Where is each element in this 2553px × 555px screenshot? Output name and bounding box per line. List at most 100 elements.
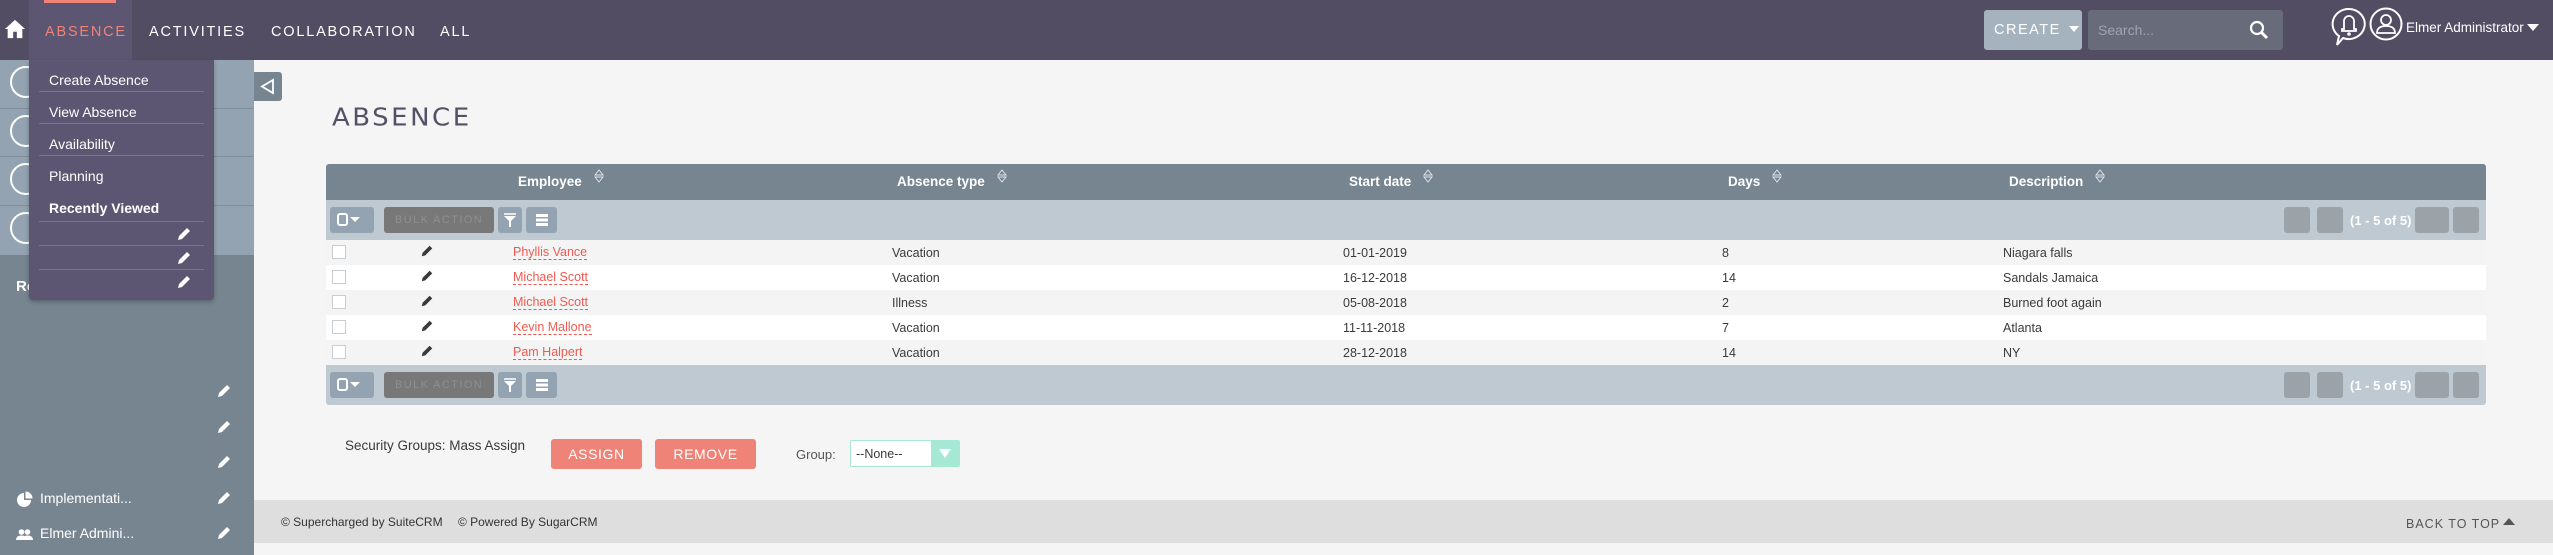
select-all-dropdown[interactable] <box>330 372 374 398</box>
sugarcrm-credit-link[interactable]: © Powered By SugarCRM <box>458 515 598 529</box>
group-select[interactable]: --None-- <box>850 440 960 467</box>
employee-link[interactable]: Pam Halpert <box>513 346 583 360</box>
bulk-action-button[interactable]: BULK ACTION <box>384 207 494 233</box>
column-header-start-date[interactable]: Start date <box>1349 169 1434 189</box>
pencil-icon[interactable] <box>216 383 232 399</box>
menu-item-planning[interactable]: Planning <box>39 156 204 188</box>
sidebar-collapse-button[interactable] <box>254 72 282 101</box>
back-to-top-link[interactable]: BACK TO TOP <box>2406 517 2516 531</box>
assign-button[interactable]: ASSIGN <box>551 439 642 469</box>
filter-icon <box>504 213 516 227</box>
nav-tab-absence[interactable]: ABSENCE <box>29 0 132 60</box>
menu-recent-item[interactable] <box>39 222 204 246</box>
list-columns-icon <box>536 379 548 391</box>
pencil-icon[interactable] <box>420 319 434 333</box>
sidebar-recent-item[interactable]: Elmer Admini... <box>0 517 254 553</box>
menu-item-view-absence[interactable]: View Absence <box>39 92 204 124</box>
filter-button[interactable] <box>498 372 522 398</box>
pagination-prev-button[interactable] <box>2317 372 2343 398</box>
bulk-action-button[interactable]: BULK ACTION <box>384 372 494 398</box>
column-label: Start date <box>1349 174 1412 189</box>
row-checkbox[interactable] <box>332 245 346 259</box>
select-all-dropdown[interactable] <box>330 207 374 233</box>
pencil-icon[interactable] <box>216 419 232 435</box>
start-date-cell: 28-12-2018 <box>1343 346 1407 360</box>
pagination-last-button[interactable] <box>2453 372 2479 398</box>
sidebar-recent-item[interactable]: Implementati... <box>0 482 254 518</box>
row-checkbox[interactable] <box>332 295 346 309</box>
pencil-icon[interactable] <box>420 344 434 358</box>
group-select-value: --None-- <box>856 447 903 461</box>
nav-tab-collaboration[interactable]: COLLABORATION <box>271 0 417 60</box>
employee-link[interactable]: Kevin Mallone <box>513 321 592 335</box>
pagination-first-button[interactable] <box>2284 372 2310 398</box>
nav-tab-all[interactable]: ALL <box>440 0 471 60</box>
column-header-days[interactable]: Days <box>1728 169 1783 189</box>
sidebar-recent-list: Implementati... Elmer Admini... <box>0 375 254 553</box>
pencil-icon[interactable] <box>420 244 434 258</box>
suitecrm-credit-link[interactable]: © Supercharged by SuiteCRM <box>281 515 443 529</box>
column-header-description[interactable]: Description <box>2009 169 2106 189</box>
row-checkbox[interactable] <box>332 345 346 359</box>
notification-bell-icon[interactable] <box>2331 7 2367 47</box>
row-checkbox[interactable] <box>332 320 346 334</box>
pagination-next-button[interactable] <box>2415 207 2449 233</box>
pencil-icon[interactable] <box>216 454 232 470</box>
sort-icon[interactable] <box>1772 169 1783 183</box>
pagination-next-button[interactable] <box>2415 372 2449 398</box>
filter-icon <box>504 378 516 392</box>
column-header-absence-type[interactable]: Absence type <box>897 169 1007 189</box>
remove-button[interactable]: REMOVE <box>655 439 756 469</box>
pagination-prev-button[interactable] <box>2317 207 2343 233</box>
pencil-icon[interactable] <box>176 250 192 266</box>
menu-item-create-absence[interactable]: Create Absence <box>39 60 204 92</box>
menu-recently-viewed-heading: Recently Viewed <box>39 188 204 222</box>
sort-icon[interactable] <box>2095 169 2106 183</box>
caret-up-icon <box>2503 518 2516 525</box>
employee-link[interactable]: Michael Scott <box>513 296 589 310</box>
column-chooser-button[interactable] <box>526 207 557 233</box>
table-row: Michael Scott Vacation 16-12-2018 14 San… <box>326 265 2486 290</box>
days-cell: 2 <box>1722 296 1729 310</box>
column-header-employee[interactable]: Employee <box>518 169 604 189</box>
pencil-icon[interactable] <box>176 274 192 290</box>
sidebar-recent-item[interactable] <box>0 375 254 411</box>
pencil-icon[interactable] <box>216 525 232 541</box>
sidebar-recent-label: Implementati... <box>40 489 132 506</box>
sort-icon[interactable] <box>593 169 604 183</box>
home-icon[interactable] <box>4 18 26 40</box>
row-checkbox[interactable] <box>332 270 346 284</box>
menu-recent-item[interactable] <box>39 246 204 270</box>
filter-button[interactable] <box>498 207 522 233</box>
pie-chart-icon <box>17 491 33 507</box>
search-input[interactable] <box>2088 10 2238 50</box>
pagination-first-button[interactable] <box>2284 207 2310 233</box>
user-menu[interactable]: Elmer Administrator <box>2406 20 2539 35</box>
menu-recent-item[interactable] <box>39 270 204 294</box>
pencil-icon[interactable] <box>420 294 434 308</box>
nav-tab-activities[interactable]: ACTIVITIES <box>149 0 246 60</box>
sidebar-recent-item[interactable] <box>0 446 254 482</box>
sort-icon[interactable] <box>996 169 1007 183</box>
collapse-left-icon <box>260 78 274 95</box>
employee-link[interactable]: Michael Scott <box>513 271 589 285</box>
column-label: Days <box>1728 174 1761 189</box>
pencil-icon[interactable] <box>176 226 192 242</box>
user-avatar-icon[interactable] <box>2369 7 2403 41</box>
pagination-range: (1 - 5 of 5) <box>2350 213 2412 228</box>
create-button[interactable]: CREATE <box>1984 10 2082 50</box>
back-to-top-label: BACK TO TOP <box>2406 517 2501 531</box>
sidebar-recent-item[interactable] <box>0 411 254 447</box>
bulk-action-label: BULK ACTION <box>395 379 484 391</box>
search-icon[interactable] <box>2249 20 2269 40</box>
list-columns-icon <box>536 214 548 226</box>
pagination-last-button[interactable] <box>2453 207 2479 233</box>
employee-link[interactable]: Phyllis Vance <box>513 246 588 260</box>
column-chooser-button[interactable] <box>526 372 557 398</box>
description-cell: Atlanta <box>2003 321 2042 335</box>
caret-down-icon <box>2526 24 2539 31</box>
pencil-icon[interactable] <box>216 490 232 506</box>
menu-item-availability[interactable]: Availability <box>39 124 204 156</box>
pencil-icon[interactable] <box>420 269 434 283</box>
sort-icon[interactable] <box>1423 169 1434 183</box>
